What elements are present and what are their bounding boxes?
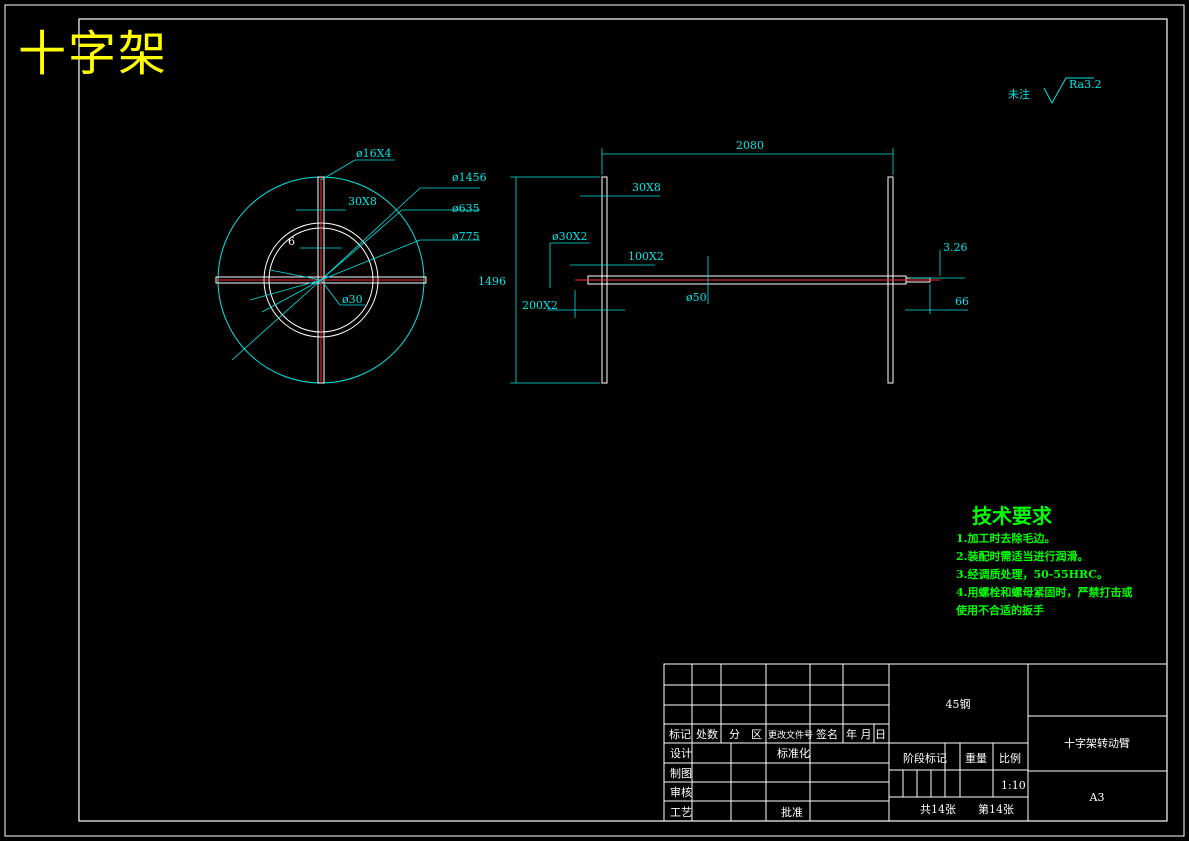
dim-shaft-end: ø30X2 [552,230,587,243]
svg-text:阶段标记: 阶段标记 [903,751,947,765]
svg-text:年 月 日: 年 月 日 [846,727,886,741]
material: 45钢 [946,698,971,711]
dim-length: 2080 [736,139,764,152]
dim-center: ø30 [342,293,363,306]
dim-plate: 30X8 [632,181,661,194]
svg-text:A3: A3 [1089,791,1105,804]
dim-end-len: 66 [955,295,969,308]
svg-text:批准: 批准 [781,805,803,819]
svg-text:共14张 第14张: 共14张 第14张 [920,802,1014,816]
svg-text:重量: 重量 [965,751,987,765]
tech-requirements-title: 技术要求 [972,504,1052,528]
dim-outer: ø1456 [452,171,487,184]
tech-item: 1.加工时去除毛边。 [956,532,1056,545]
dim-height: 1496 [478,275,506,288]
dim-30: 30X8 [348,195,377,208]
svg-text:分 区: 分 区 [729,728,762,741]
tech-item: 3.经调质处理，50-55HRC。 [956,568,1108,581]
front-view: ø16X4 ø1456 ø635 ø775 30X8 6 ø30 [215,147,487,384]
svg-text:签名: 签名 [816,727,838,741]
tech-requirements-list: 1.加工时去除毛边。 2.装配时需适当进行润滑。 3.经调质处理，50-55HR… [956,530,1132,620]
svg-text:工艺: 工艺 [670,806,692,819]
dim-chamfer: 3.26 [943,241,968,254]
drawing-title: 十字架 [18,26,169,82]
dim-pitch: 200X2 [522,299,558,312]
tech-item: 2.装配时需适当进行润滑。 [956,550,1089,563]
dim-hole: ø16X4 [356,147,391,160]
dim-6: 6 [288,235,295,248]
side-view: 2080 30X8 ø30X2 100X2 1496 200X2 ø50 3.2… [478,139,969,384]
svg-text:1:10: 1:10 [1001,779,1026,792]
dim-shaft: ø50 [686,291,707,304]
svg-text:审核: 审核 [670,785,692,799]
svg-text:更改文件号: 更改文件号 [768,729,813,741]
svg-text:标记: 标记 [669,727,691,741]
svg-text:比例: 比例 [999,751,1021,765]
dim-775: ø775 [452,230,480,243]
tech-item: 使用不合适的扳手 [956,604,1044,617]
inner-border [78,18,1168,822]
dim-635: ø635 [452,202,480,215]
tech-item: 4.用螺栓和螺母紧固时，严禁打击或 [956,586,1133,599]
roughness-note: 未注 Ra3.2 [1008,77,1102,105]
dim-collar: 100X2 [628,250,664,263]
outer-border [4,4,1185,837]
svg-text:标准化: 标准化 [777,746,810,760]
svg-text:未注: 未注 [1008,87,1030,101]
engineering-drawing: ø16X4 ø1456 ø635 ø775 30X8 6 ø30 2080 30… [4,4,1185,837]
svg-text:处数: 处数 [696,728,718,741]
svg-text:设计: 设计 [670,747,692,760]
part-name: 十字架转动臂 [1064,736,1130,750]
svg-text:Ra3.2: Ra3.2 [1069,78,1102,91]
svg-text:制图: 制图 [670,767,692,780]
